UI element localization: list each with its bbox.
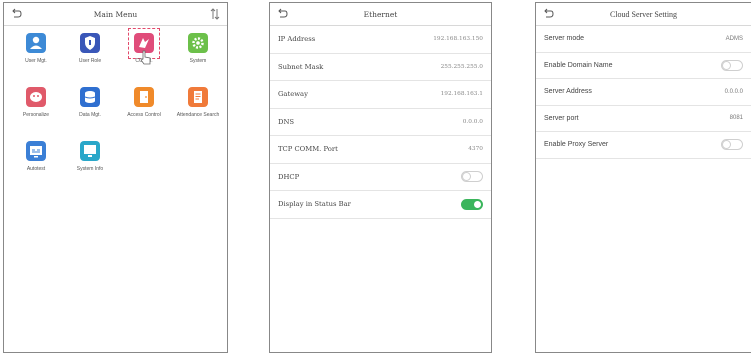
menu-tile-label: Attendance Search <box>176 112 220 118</box>
ethernet-screen: Ethernet IP Address 192.168.163.150 Subn… <box>269 2 492 353</box>
page-title: Cloud Server Setting <box>609 9 678 19</box>
database-icon <box>80 87 100 107</box>
toggle-knob <box>722 60 731 70</box>
setting-value: 255.255.255.0 <box>440 63 483 70</box>
setting-row-server-address[interactable]: Server Address 0.0.0.0 <box>536 79 751 106</box>
menu-tile-label: Access Control <box>127 112 161 118</box>
setting-row-ip-address[interactable]: IP Address 192.168.163.150 <box>270 26 491 54</box>
menu-tile-access-control[interactable]: Access Control <box>118 84 170 136</box>
setting-row-tcp-port[interactable]: TCP COMM. Port 4370 <box>270 136 491 164</box>
main-menu-screen: Main Menu User Mgt. User Role COMM. <box>3 2 228 353</box>
menu-tile-label: User Role <box>78 58 102 64</box>
setting-label: Display in Status Bar <box>278 200 351 209</box>
menu-tile-attendance-search[interactable]: Attendance Search <box>172 84 224 136</box>
status-bar-toggle[interactable] <box>461 198 483 210</box>
menu-tile-user-role[interactable]: User Role <box>64 30 116 82</box>
user-icon <box>26 33 46 53</box>
gear-icon <box>188 33 208 53</box>
menu-tile-label: System <box>189 58 207 64</box>
setting-value: 8081 <box>729 115 743 122</box>
menu-tile-comm[interactable]: COMM. <box>118 28 170 82</box>
setting-row-status-bar: Display in Status Bar <box>270 191 491 219</box>
shield-icon <box>80 33 100 53</box>
sort-icon[interactable] <box>209 7 221 21</box>
main-menu-header: Main Menu <box>4 3 227 26</box>
back-arrow-icon[interactable] <box>276 7 288 19</box>
setting-row-dns[interactable]: DNS 0.0.0.0 <box>270 109 491 136</box>
setting-label: Gateway <box>278 90 308 99</box>
setting-row-server-port[interactable]: Server port 8081 <box>536 106 751 132</box>
setting-label: Subnet Mask <box>278 62 324 71</box>
back-arrow-icon[interactable] <box>542 7 554 19</box>
page-title: Ethernet <box>363 9 398 19</box>
menu-tile-user-mgt[interactable]: User Mgt. <box>10 30 62 82</box>
cloud-header: Cloud Server Setting <box>536 3 751 26</box>
setting-row-server-mode[interactable]: Server mode ADMS <box>536 26 751 53</box>
setting-row-gateway[interactable]: Gateway 192.168.163.1 <box>270 81 491 109</box>
proxy-server-toggle[interactable] <box>721 139 743 151</box>
palette-icon <box>26 87 46 107</box>
setting-row-dhcp: DHCP <box>270 164 491 191</box>
setting-value: ADMS <box>725 35 743 42</box>
toggle-knob <box>462 172 471 182</box>
menu-tile-system[interactable]: System <box>172 30 224 82</box>
setting-label: DNS <box>278 117 295 126</box>
document-icon <box>188 87 208 107</box>
menu-tile-label: Data Mgt. <box>79 112 101 118</box>
setting-row-domain-name: Enable Domain Name <box>536 53 751 79</box>
pointer-hand-icon <box>140 50 151 65</box>
setting-label: Server Address <box>544 88 592 96</box>
ethernet-header: Ethernet <box>270 3 491 26</box>
setting-label: Enable Proxy Server <box>544 141 609 149</box>
setting-label: Server port <box>544 114 579 122</box>
monitor-icon <box>80 141 100 161</box>
setting-row-subnet-mask[interactable]: Subnet Mask 255.255.255.0 <box>270 54 491 81</box>
menu-tile-data-mgt[interactable]: Data Mgt. <box>64 84 116 136</box>
menu-tile-system-info[interactable]: System Info <box>64 138 116 190</box>
setting-value: 192.168.163.1 <box>440 91 483 98</box>
dhcp-toggle[interactable] <box>461 171 483 183</box>
setting-label: Server mode <box>544 35 585 43</box>
setting-label: IP Address <box>278 35 316 44</box>
domain-name-toggle[interactable] <box>721 59 743 71</box>
menu-tile-personalize[interactable]: Personalize <box>10 84 62 136</box>
toggle-knob <box>473 199 482 209</box>
setting-label: Enable Domain Name <box>544 61 613 69</box>
menu-tile-label: Autotest <box>26 166 46 172</box>
monitor-test-icon <box>26 141 46 161</box>
toggle-knob <box>722 140 731 150</box>
setting-value: 4370 <box>468 146 483 153</box>
menu-tile-label: User Mgt. <box>25 58 47 64</box>
menu-tile-label: System Info <box>76 166 104 172</box>
door-icon <box>134 87 154 107</box>
cloud-server-screen: Cloud Server Setting Server mode ADMS En… <box>535 2 751 353</box>
menu-tile-label: Personalize <box>22 112 50 118</box>
setting-value: 0.0.0.0 <box>462 118 483 125</box>
menu-tile-autotest[interactable]: Autotest <box>10 138 62 190</box>
setting-label: TCP COMM. Port <box>278 145 338 154</box>
setting-label: DHCP <box>278 172 300 181</box>
setting-value: 192.168.163.150 <box>433 36 483 43</box>
back-arrow-icon[interactable] <box>10 7 22 19</box>
page-title: Main Menu <box>93 9 138 19</box>
setting-row-proxy-server: Enable Proxy Server <box>536 132 751 159</box>
setting-value: 0.0.0.0 <box>724 88 743 95</box>
